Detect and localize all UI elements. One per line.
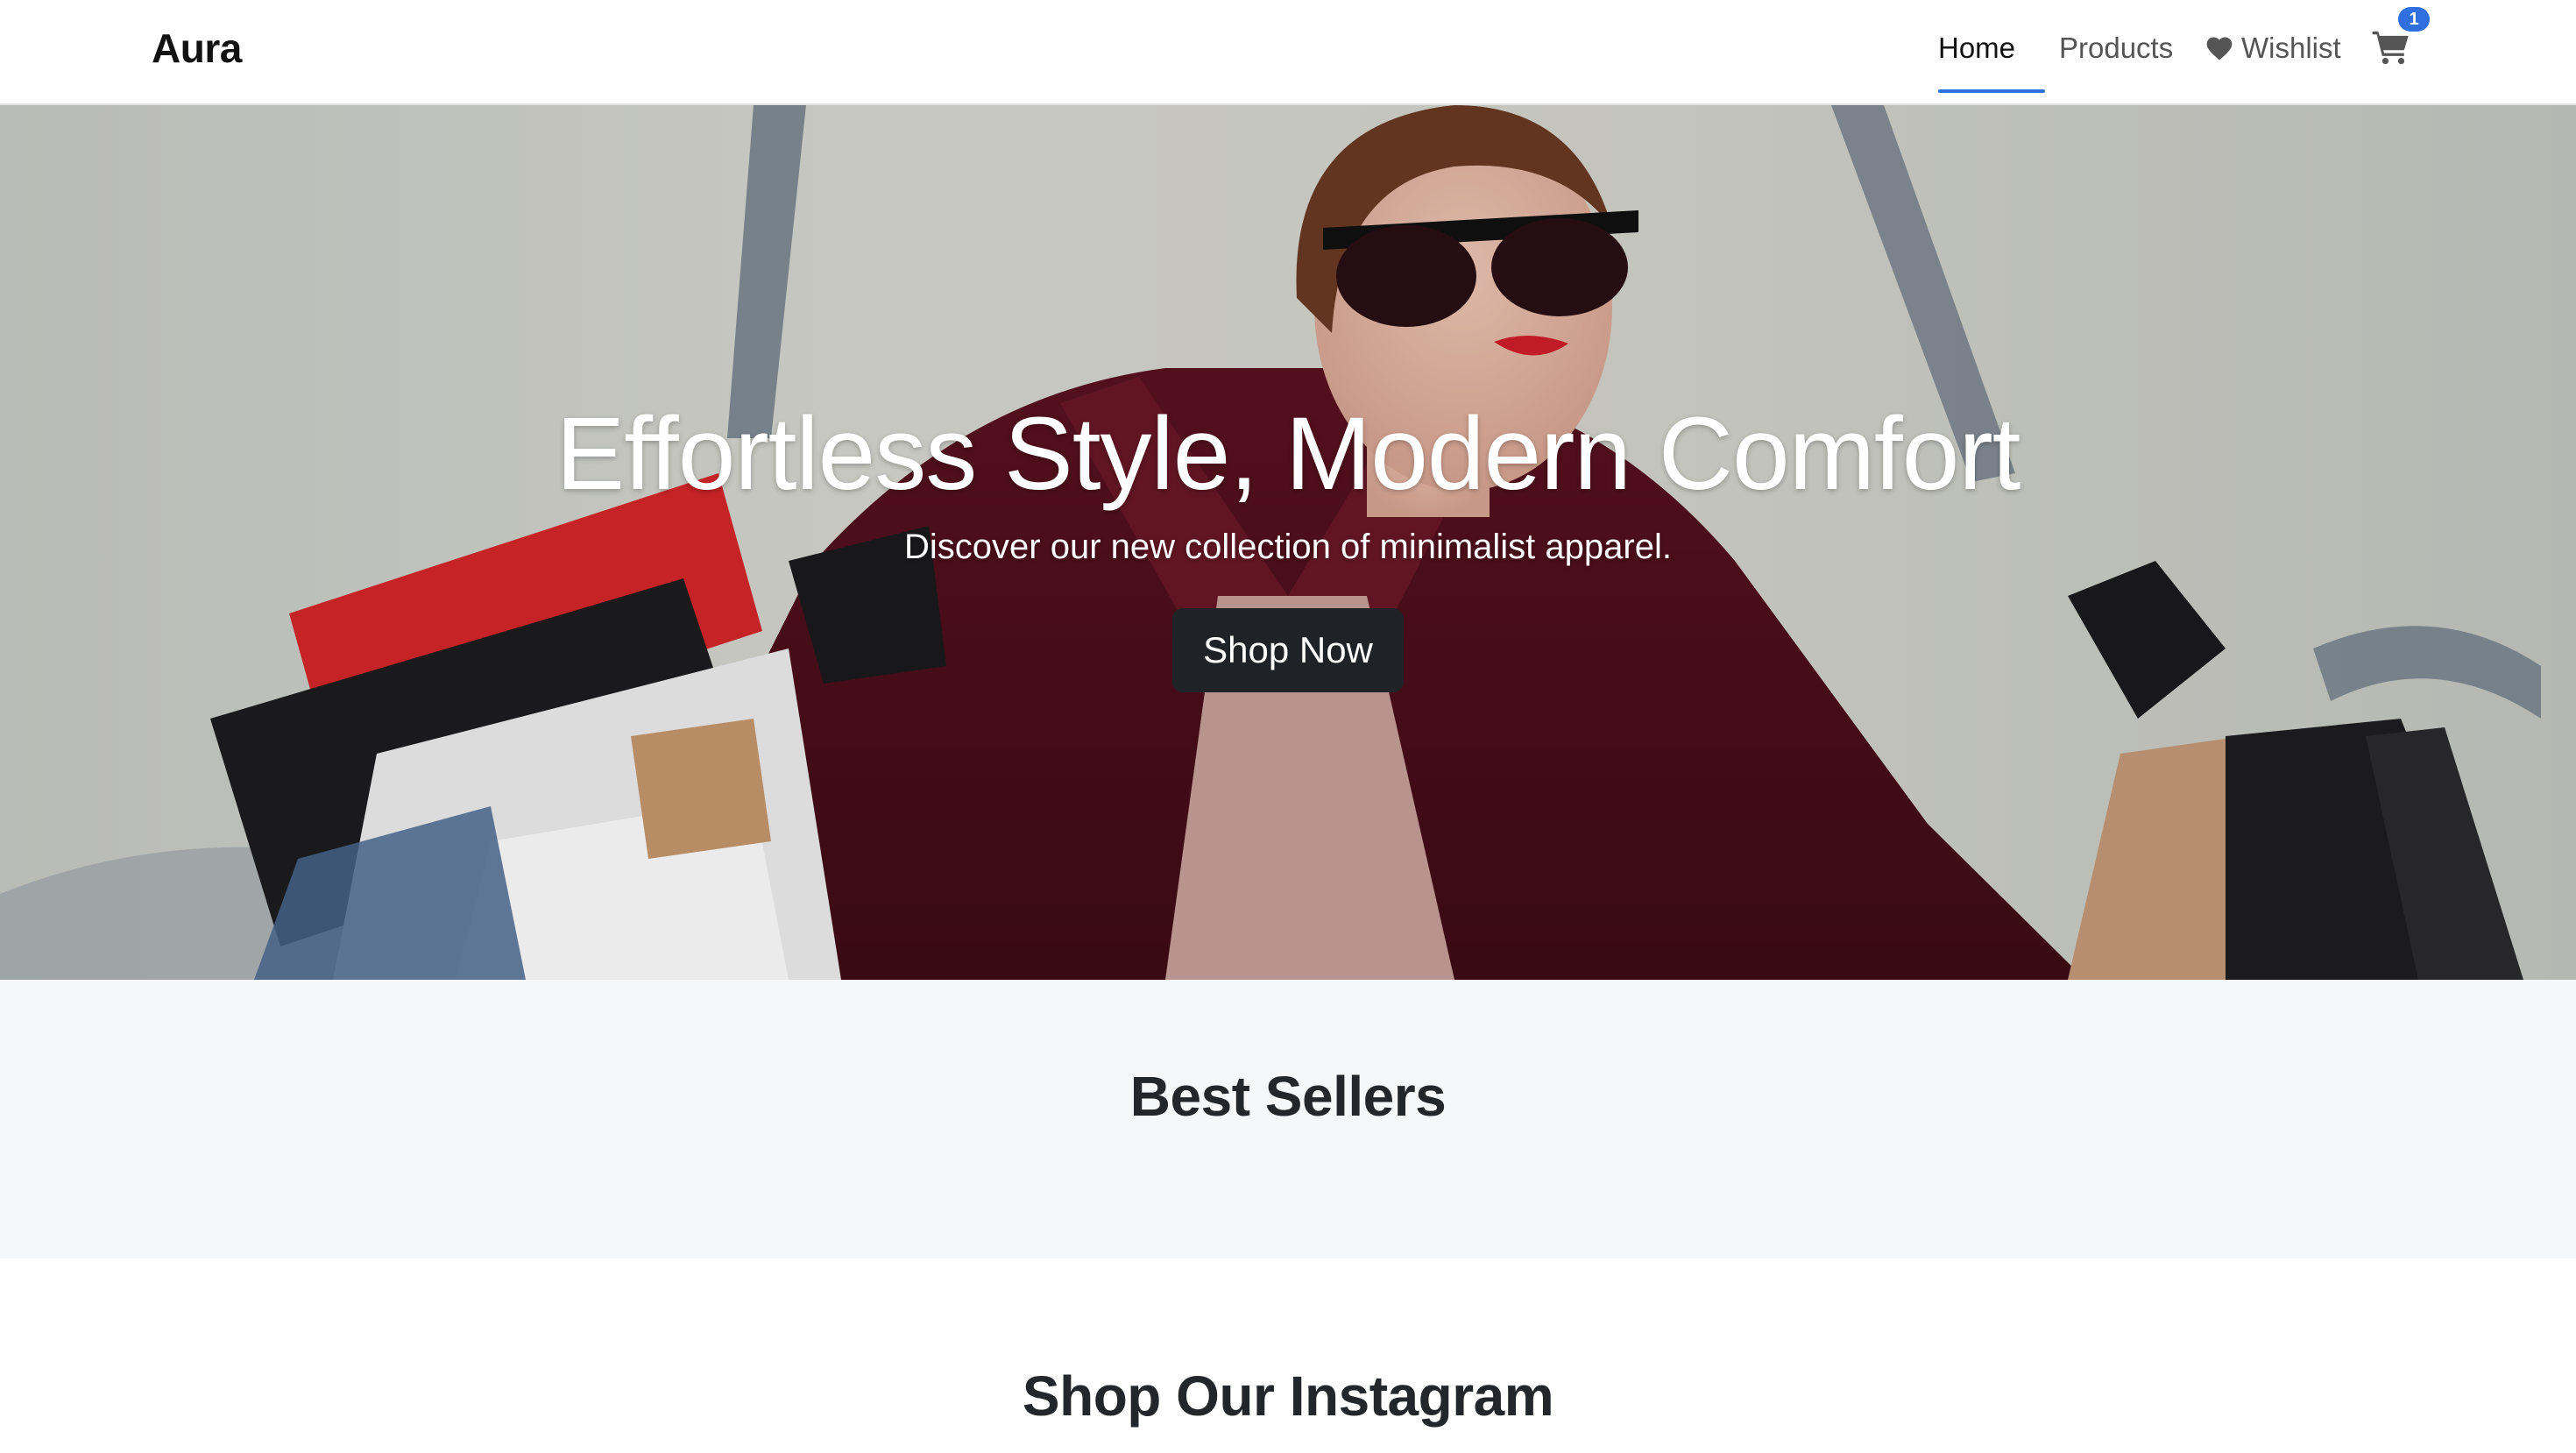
hero-title: Effortless Style, Modern Comfort	[556, 396, 2021, 512]
cart-icon[interactable]	[2371, 28, 2411, 67]
shop-now-button[interactable]: Shop Now	[1172, 608, 1404, 692]
heart-icon	[2206, 37, 2233, 60]
nav-products-link[interactable]: Products	[2059, 32, 2173, 65]
best-sellers-section: Best Sellers	[0, 980, 2576, 1258]
hero-subtitle: Discover our new collection of minimalis…	[904, 528, 1672, 566]
instagram-heading: Shop Our Instagram	[1022, 1364, 1554, 1428]
hero-banner: Effortless Style, Modern Comfort Discove…	[0, 105, 2576, 980]
nav-home-link[interactable]: Home	[1938, 32, 2015, 65]
active-nav-indicator	[1938, 89, 2045, 93]
best-sellers-heading: Best Sellers	[1129, 1065, 1447, 1128]
navbar: Aura Home Products Wishlist 1	[0, 0, 2576, 105]
nav-wishlist-label: Wishlist	[2241, 32, 2341, 64]
nav-wishlist-link[interactable]: Wishlist	[2204, 32, 2341, 65]
cart-count-badge: 1	[2398, 7, 2430, 32]
instagram-section: Shop Our Instagram	[0, 1258, 2576, 1453]
brand-logo[interactable]: Aura	[152, 25, 242, 72]
